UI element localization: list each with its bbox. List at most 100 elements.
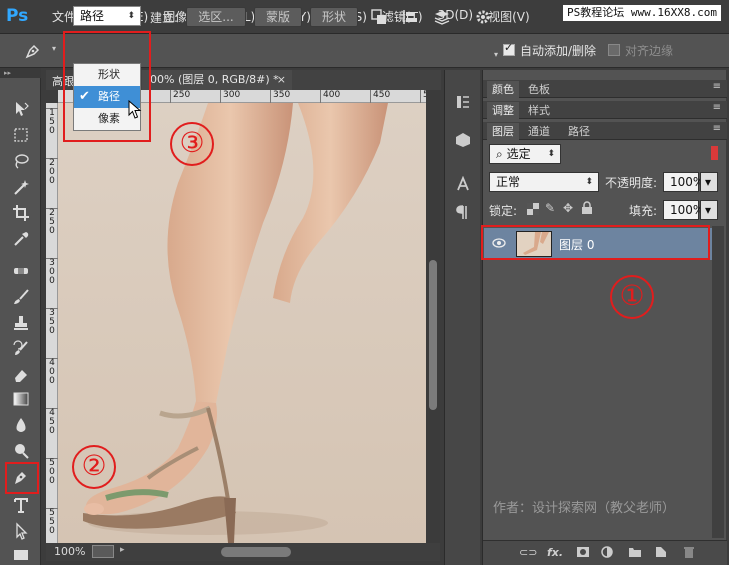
tool-mode-value: 路径 (80, 9, 105, 23)
healing-brush-tool-icon[interactable] (9, 260, 33, 282)
path-alignment-icon[interactable] (401, 8, 419, 26)
gear-icon[interactable] (474, 8, 492, 26)
crop-tool-icon[interactable] (9, 202, 33, 224)
fx-icon[interactable]: fx. (547, 546, 563, 560)
ruler-tick: 4 5 0 (46, 408, 58, 436)
make-mask-button[interactable]: 蒙版 (254, 7, 302, 27)
horizontal-scroll-thumb[interactable] (221, 547, 291, 557)
filter-toggle-swatch[interactable] (711, 146, 718, 160)
fill-input[interactable]: 100% (663, 200, 704, 220)
close-tab-icon[interactable]: × (277, 70, 286, 90)
mask-icon[interactable] (575, 546, 591, 560)
select-arrows-icon: ⬍ (547, 149, 555, 159)
marquee-tool-icon[interactable] (9, 124, 33, 146)
gear-chevron-icon[interactable]: ▾ (494, 50, 498, 59)
fill-dropdown-arrow-icon[interactable]: ▾ (700, 200, 718, 220)
toolbar-collapse-icon[interactable]: ▸▸ (0, 68, 41, 78)
lock-transparent-icon[interactable] (527, 203, 539, 218)
dodge-tool-icon[interactable] (9, 440, 33, 462)
auto-add-delete-label: 自动添加/删除 (520, 44, 597, 58)
blend-mode-select[interactable]: 正常 ⬍ (489, 172, 599, 192)
magic-wand-tool-icon[interactable] (9, 176, 33, 198)
history-panel-icon[interactable] (453, 94, 473, 114)
status-menu-arrow-icon[interactable]: ▸ (120, 545, 125, 555)
auto-add-delete-checkbox[interactable] (503, 41, 515, 56)
adjustment-icon[interactable] (599, 546, 615, 560)
vertical-ruler: 1 5 0 2 0 0 2 5 0 3 0 0 3 5 0 4 0 0 4 5 … (46, 103, 58, 543)
history-brush-tool-icon[interactable] (9, 338, 33, 360)
annotation-frame-mode-dropdown (63, 31, 151, 142)
annotation-number-3: ③ (170, 122, 214, 166)
tab-adjustments[interactable]: 调整 (487, 102, 519, 119)
clone-stamp-tool-icon[interactable] (9, 312, 33, 334)
gradient-tool-icon[interactable] (9, 388, 33, 410)
opacity-input[interactable]: 100% (663, 172, 704, 192)
tab-layers[interactable]: 图层 (487, 123, 519, 140)
make-shape-button[interactable]: 形状 (310, 7, 358, 27)
lock-image-icon[interactable]: ✎ (545, 201, 555, 215)
trash-icon[interactable] (681, 546, 697, 560)
lock-all-icon[interactable] (581, 201, 593, 218)
paragraph-panel-icon[interactable] (453, 204, 473, 224)
layers-scrollbar[interactable] (712, 226, 724, 538)
menu-view[interactable]: 视图(V) (488, 8, 530, 25)
folder-icon[interactable] (627, 546, 643, 560)
pen-tool-preset-icon[interactable] (22, 40, 44, 62)
tab-swatches[interactable]: 色板 (523, 81, 555, 98)
vertical-scroll-thumb[interactable] (429, 260, 437, 410)
tool-mode-select[interactable]: 路径 ⬍ (73, 6, 141, 26)
annotation-frame-layer-row (481, 225, 710, 260)
color-panel-header: 颜色 色板 ≡ (483, 80, 727, 98)
brush-tool-icon[interactable] (9, 286, 33, 308)
eyedropper-tool-icon[interactable] (9, 228, 33, 250)
panel-menu-icon[interactable]: ≡ (713, 81, 721, 92)
annotation-number-2: ② (72, 445, 116, 489)
character-panel-icon[interactable] (453, 175, 473, 196)
lasso-tool-icon[interactable] (9, 150, 33, 172)
preset-chevron-icon[interactable]: ▾ (52, 44, 56, 53)
type-tool-icon[interactable] (9, 494, 33, 516)
adjustments-panel-header: 调整 样式 ≡ (483, 101, 727, 119)
make-label: 建立: (150, 11, 179, 25)
make-selection-button[interactable]: 选区... (186, 7, 246, 27)
zoom-level[interactable]: 100% (54, 545, 85, 558)
right-panel-group: 颜色 色板 ≡ 调整 样式 ≡ 图层 通道 路径 ≡ ⌕ 选定 ⬍ 正常 ⬍ 不… (482, 70, 727, 565)
document-tab[interactable]: 00% (图层 0, RGB/8#) * × (142, 70, 292, 90)
new-layer-icon[interactable] (653, 546, 669, 560)
ruler-tick: 3 0 0 (46, 258, 58, 286)
doc-info-icon[interactable] (92, 545, 114, 558)
lock-position-icon[interactable]: ✥ (563, 201, 573, 215)
annotation-frame-pen-tool (5, 462, 39, 494)
site-watermark: PS教程论坛 www.16XX8.com (563, 5, 721, 21)
layer-filter-select[interactable]: ⌕ 选定 ⬍ (489, 144, 561, 164)
document-tab-title: 00% (图层 0, RGB/8#) * (150, 73, 279, 86)
document-status-bar: 100% ▸ (46, 543, 440, 561)
path-arrangement-icon[interactable] (433, 8, 451, 26)
select-arrows-icon: ⬍ (585, 177, 593, 187)
rectangle-tool-icon[interactable] (9, 544, 33, 565)
search-icon: ⌕ (496, 147, 503, 161)
tab-paths[interactable]: 路径 (563, 123, 595, 140)
tab-color[interactable]: 颜色 (487, 81, 519, 98)
canvas-vertical-scrollbar[interactable] (426, 90, 440, 543)
ruler-tick: 400 (320, 90, 340, 103)
move-tool-icon[interactable] (9, 98, 33, 120)
fill-label: 填充: (629, 204, 658, 218)
ruler-tick: 5 5 0 (46, 508, 58, 536)
ruler-tick: 3 5 0 (46, 308, 58, 336)
tab-styles[interactable]: 样式 (523, 102, 555, 119)
panel-menu-icon[interactable]: ≡ (713, 123, 721, 134)
path-operations-icon[interactable] (370, 8, 388, 26)
blur-tool-icon[interactable] (9, 414, 33, 436)
3d-panel-icon[interactable] (453, 132, 473, 152)
panel-menu-icon[interactable]: ≡ (713, 102, 721, 113)
select-arrows-icon: ⬍ (127, 11, 135, 21)
align-edges-checkbox[interactable] (608, 44, 620, 56)
opacity-dropdown-arrow-icon[interactable]: ▾ (700, 172, 718, 192)
ruler-tick: 300 (220, 90, 240, 103)
annotation-number-1: ① (610, 275, 654, 319)
eraser-tool-icon[interactable] (9, 364, 33, 386)
tab-channels[interactable]: 通道 (523, 123, 555, 140)
path-selection-tool-icon[interactable] (9, 520, 33, 542)
link-icon[interactable]: ⊂⊃ (519, 546, 537, 560)
